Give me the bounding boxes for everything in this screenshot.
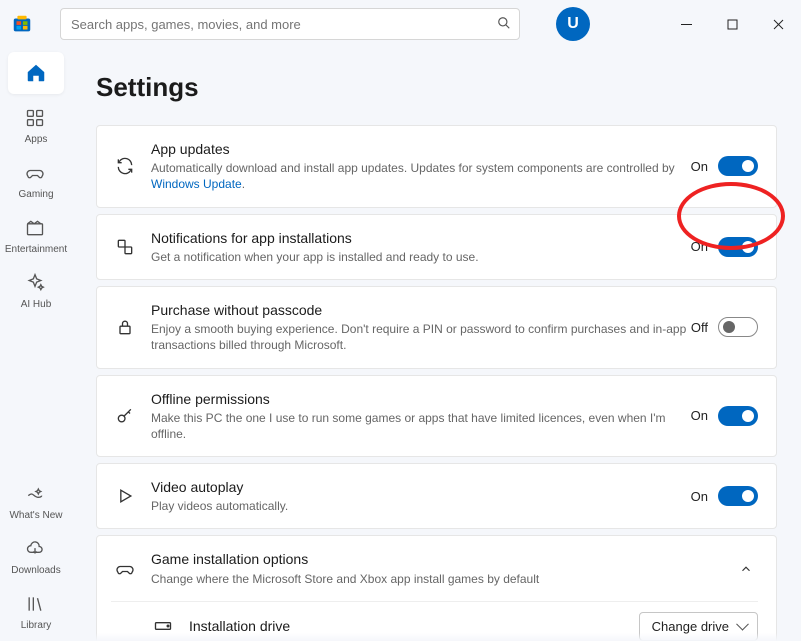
nav-whats-new[interactable]: What's New <box>6 476 66 531</box>
nav-label: Downloads <box>11 565 60 576</box>
toggle-state-label: Off <box>691 320 708 335</box>
purchase-toggle[interactable] <box>718 317 758 337</box>
nav-gaming[interactable]: Gaming <box>6 155 66 210</box>
setting-desc: Enjoy a smooth buying experience. Don't … <box>151 321 691 353</box>
toggle-state-label: On <box>691 408 708 423</box>
toggle-state-label: On <box>691 239 708 254</box>
setting-desc: Automatically download and install app u… <box>151 160 691 192</box>
window-buttons <box>663 8 801 40</box>
sync-icon <box>111 156 139 176</box>
setting-title: Notifications for app installations <box>151 229 691 247</box>
nav-ai-hub[interactable]: AI Hub <box>6 265 66 320</box>
setting-video-autoplay: Video autoplay Play videos automatically… <box>96 463 777 529</box>
nav-label: AI Hub <box>21 299 52 310</box>
gaming-icon <box>25 163 47 185</box>
search-input[interactable] <box>69 16 497 33</box>
game-install-header[interactable]: Game installation options Change where t… <box>111 550 758 600</box>
toggle-state-label: On <box>691 489 708 504</box>
body: Apps Gaming Entertainment AI Hub <box>0 48 801 641</box>
fade <box>72 633 801 641</box>
autoplay-toggle[interactable] <box>718 486 758 506</box>
library-icon <box>25 594 47 616</box>
setting-title: Offline permissions <box>151 390 691 408</box>
page-title: Settings <box>96 72 777 103</box>
nav-label: Apps <box>25 134 48 145</box>
minimize-button[interactable] <box>663 8 709 40</box>
nav-library[interactable]: Library <box>6 586 66 641</box>
setting-title: App updates <box>151 140 691 158</box>
setting-offline-permissions: Offline permissions Make this PC the one… <box>96 375 777 458</box>
ai-hub-icon <box>25 273 47 295</box>
nav-downloads[interactable]: Downloads <box>6 531 66 586</box>
setting-desc: Get a notification when your app is inst… <box>151 249 691 265</box>
setting-app-updates: App updates Automatically download and i… <box>96 125 777 208</box>
whats-new-icon <box>25 484 47 506</box>
titlebar: U <box>0 0 801 48</box>
search-wrap <box>60 8 520 40</box>
toggle-state-label: On <box>691 159 708 174</box>
setting-game-installation-options: Game installation options Change where t… <box>96 535 777 641</box>
nav-label: Entertainment <box>5 244 67 255</box>
sidebar: Apps Gaming Entertainment AI Hub <box>0 48 72 641</box>
setting-desc: Change where the Microsoft Store and Xbo… <box>151 571 734 587</box>
nav-label: Library <box>21 620 52 631</box>
entertainment-icon <box>25 218 47 240</box>
lock-icon <box>111 317 139 337</box>
notifications-toggle[interactable] <box>718 237 758 257</box>
maximize-button[interactable] <box>709 8 755 40</box>
setting-desc: Play videos automatically. <box>151 498 691 514</box>
play-icon <box>111 486 139 506</box>
controller-icon <box>111 559 139 579</box>
downloads-icon <box>25 539 47 561</box>
close-button[interactable] <box>755 8 801 40</box>
setting-desc: Make this PC the one I use to run some g… <box>151 410 691 442</box>
nav-label: Gaming <box>18 189 53 200</box>
key-icon <box>111 406 139 426</box>
nav-home[interactable] <box>8 52 64 94</box>
setting-notifications: Notifications for app installations Get … <box>96 214 777 280</box>
user-avatar[interactable]: U <box>556 7 590 41</box>
apps-icon <box>25 108 47 130</box>
search-icon[interactable] <box>497 16 511 33</box>
windows-update-link[interactable]: Windows Update <box>151 177 242 191</box>
setting-title: Video autoplay <box>151 478 691 496</box>
notifications-icon <box>111 237 139 257</box>
offline-toggle[interactable] <box>718 406 758 426</box>
app-updates-toggle[interactable] <box>718 156 758 176</box>
home-icon <box>25 62 47 84</box>
content: Settings App updates Automatically downl… <box>72 48 801 641</box>
nav-label: What's New <box>9 510 62 521</box>
setting-title: Game installation options <box>151 550 734 568</box>
nav-apps[interactable]: Apps <box>6 100 66 155</box>
app-window: U Apps Gaming <box>0 0 801 641</box>
setting-purchase-without-passcode: Purchase without passcode Enjoy a smooth… <box>96 286 777 369</box>
setting-title: Purchase without passcode <box>151 301 691 319</box>
search-box[interactable] <box>60 8 520 40</box>
nav-entertainment[interactable]: Entertainment <box>6 210 66 265</box>
store-app-icon <box>8 10 36 38</box>
chevron-up-icon <box>734 557 758 581</box>
